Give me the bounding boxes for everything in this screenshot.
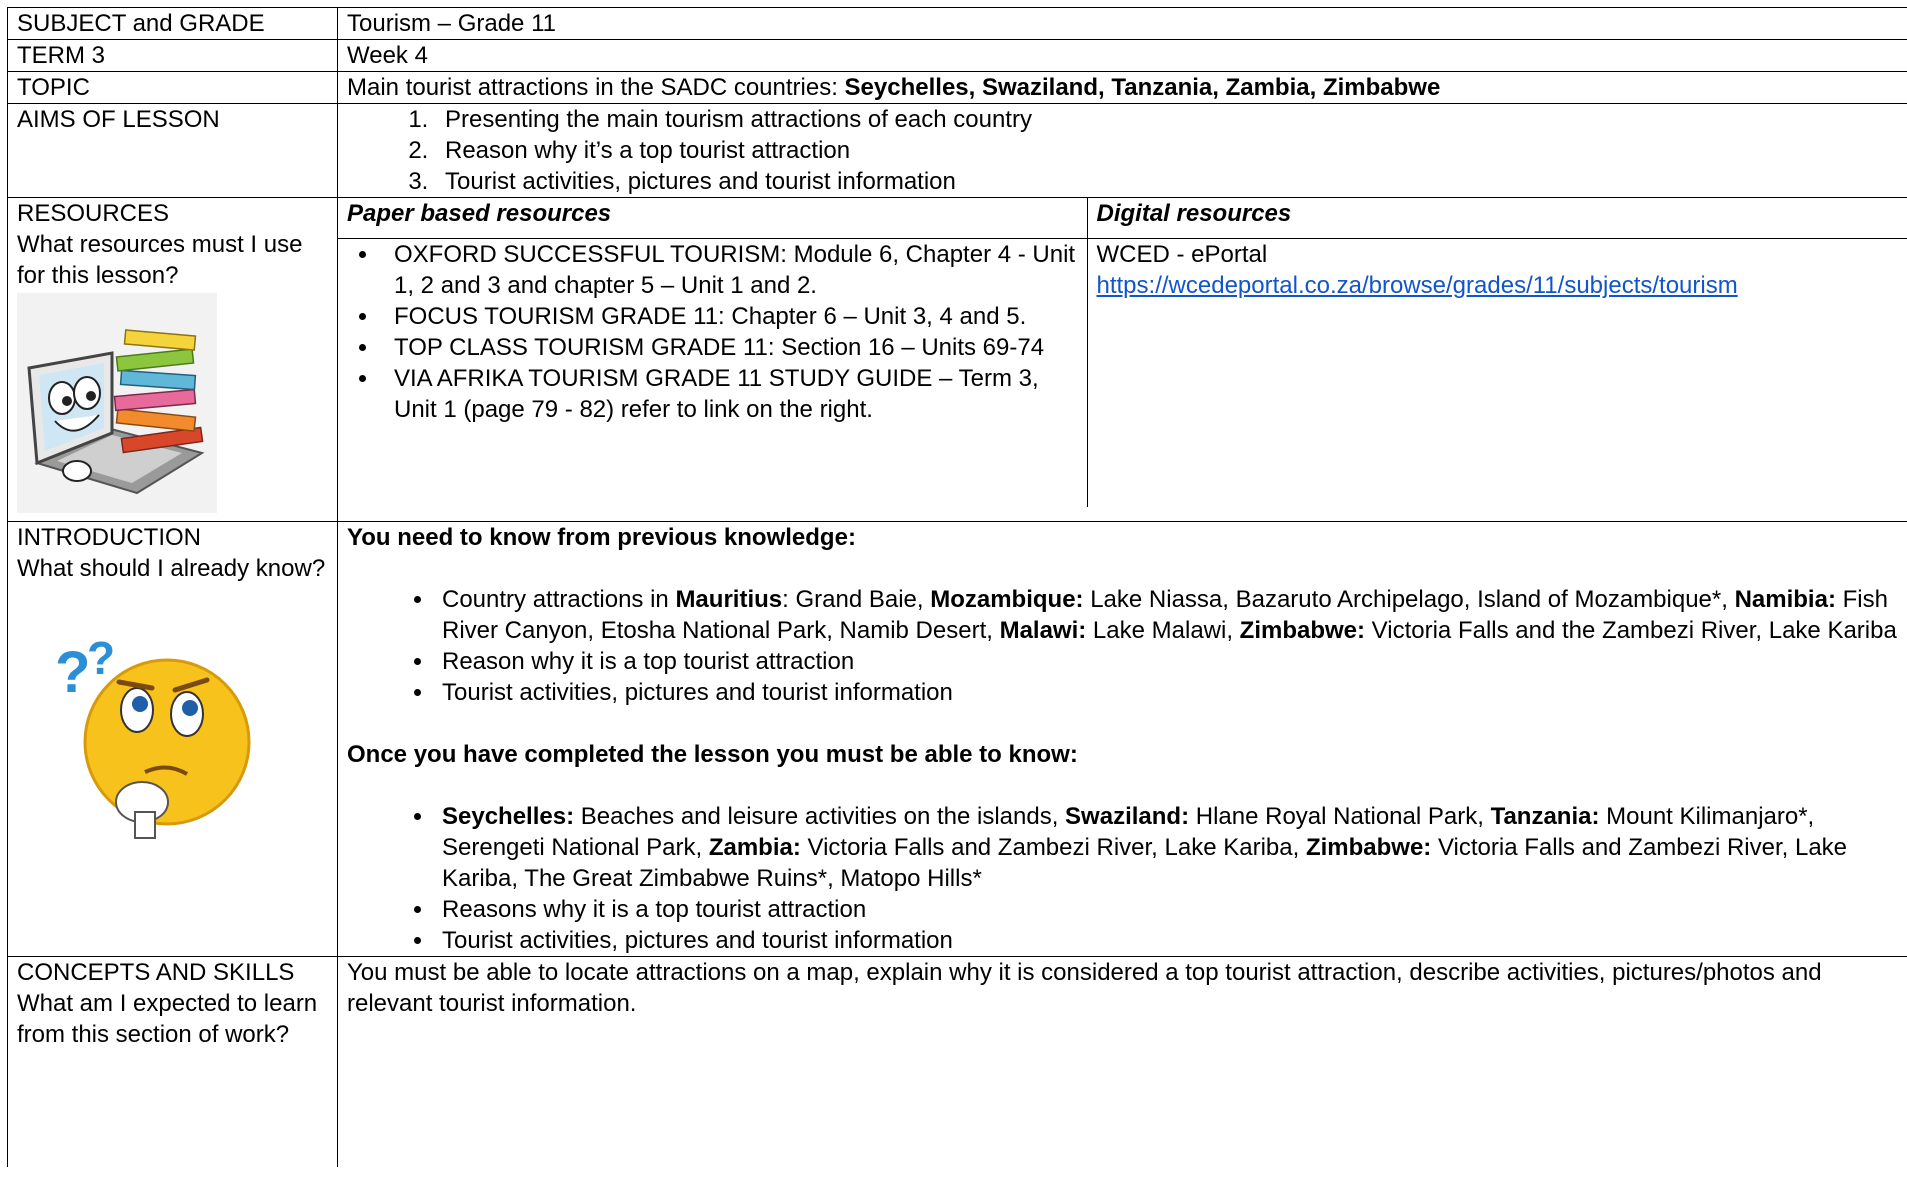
list-item: Country attractions in Mauritius: Grand … (435, 584, 1899, 646)
term-row: TERM 3 Week 4 (7, 39, 1907, 72)
list-item: VIA AFRIKA TOURISM GRADE 11 STUDY GUIDE … (380, 363, 1078, 425)
subject-label: SUBJECT and GRADE (7, 7, 338, 40)
resources-row: RESOURCES What resources must I use for … (7, 197, 1907, 522)
outcome-heading: Once you have completed the lesson you m… (347, 741, 1078, 768)
subject-row: SUBJECT and GRADE Tourism – Grade 11 (7, 7, 1907, 40)
aims-row: AIMS OF LESSON Presenting the main touri… (7, 103, 1907, 198)
aim-item: Tourist activities, pictures and tourist… (435, 166, 1899, 197)
resources-label-cell: RESOURCES What resources must I use for … (7, 197, 338, 522)
paper-heading: Paper based resources (338, 198, 1088, 239)
term-label: TERM 3 (7, 39, 338, 72)
topic-row: TOPIC Main tourist attractions in the SA… (7, 71, 1907, 104)
outcome-list: Seychelles: Beaches and leisure activiti… (347, 801, 1899, 956)
digital-resources: WCED - ePortal https://wcedeportal.co.za… (1086, 238, 1907, 507)
aims-list: Presenting the main tourism attractions … (347, 104, 1899, 197)
paper-resources: OXFORD SUCCESSFUL TOURISM: Module 6, Cha… (338, 238, 1088, 507)
concepts-question: What am I expected to learn from this se… (17, 990, 318, 1048)
list-item: TOP CLASS TOURISM GRADE 11: Section 16 –… (380, 332, 1078, 363)
aims-value: Presenting the main tourism attractions … (337, 103, 1907, 198)
aim-item: Reason why it’s a top tourist attraction (435, 135, 1899, 166)
paper-resources-list: OXFORD SUCCESSFUL TOURISM: Module 6, Cha… (347, 239, 1078, 425)
subject-value: Tourism – Grade 11 (337, 7, 1907, 40)
resources-inner-table: Paper based resources Digital resources … (338, 198, 1907, 507)
resources-question: What resources must I use for this lesso… (17, 231, 303, 289)
svg-text:?: ? (55, 640, 90, 705)
digital-heading: Digital resources (1086, 198, 1907, 239)
concepts-label: CONCEPTS AND SKILLS (17, 959, 295, 986)
introduction-label: INTRODUCTION (17, 524, 201, 551)
topic-prefix: Main tourist attractions in the SADC cou… (347, 74, 845, 101)
resources-value: Paper based resources Digital resources … (337, 197, 1907, 522)
concepts-row: CONCEPTS AND SKILLS What am I expected t… (7, 956, 1907, 1167)
list-item: OXFORD SUCCESSFUL TOURISM: Module 6, Cha… (380, 239, 1078, 301)
topic-label: TOPIC (7, 71, 338, 104)
list-item: Seychelles: Beaches and leisure activiti… (435, 801, 1899, 894)
list-item: FOCUS TOURISM GRADE 11: Chapter 6 – Unit… (380, 301, 1078, 332)
eportal-link[interactable]: https://wcedeportal.co.za/browse/grades/… (1097, 270, 1900, 301)
introduction-row: INTRODUCTION What should I already know?… (7, 521, 1907, 957)
previous-knowledge-list: Country attractions in Mauritius: Grand … (347, 584, 1899, 708)
introduction-label-cell: INTRODUCTION What should I already know?… (7, 521, 338, 957)
digital-name: WCED - ePortal (1096, 241, 1268, 268)
term-value: Week 4 (337, 39, 1907, 72)
list-item: Reasons why it is a top tourist attracti… (435, 894, 1899, 925)
introduction-question: What should I already know? (17, 555, 326, 582)
books-laptop-illustration (17, 293, 328, 521)
previous-knowledge-heading: You need to know from previous knowledge… (347, 524, 856, 551)
list-item: Tourist activities, pictures and tourist… (435, 677, 1899, 708)
introduction-value: You need to know from previous knowledge… (337, 521, 1907, 957)
aims-label: AIMS OF LESSON (7, 103, 338, 198)
aim-item: Presenting the main tourism attractions … (435, 104, 1899, 135)
svg-text:?: ? (87, 632, 115, 684)
resources-label: RESOURCES (17, 200, 170, 227)
list-item: Tourist activities, pictures and tourist… (435, 925, 1899, 956)
concepts-value: You must be able to locate attractions o… (337, 956, 1907, 1167)
topic-countries: Seychelles, Swaziland, Tanzania, Zambia,… (844, 74, 1441, 101)
thinking-emoji-illustration: ? ? (47, 622, 328, 850)
list-item: Reason why it is a top tourist attractio… (435, 646, 1899, 677)
concepts-label-cell: CONCEPTS AND SKILLS What am I expected t… (7, 956, 338, 1167)
lesson-plan-table: SUBJECT and GRADE Tourism – Grade 11 TER… (7, 7, 1907, 1167)
topic-value: Main tourist attractions in the SADC cou… (337, 71, 1907, 104)
